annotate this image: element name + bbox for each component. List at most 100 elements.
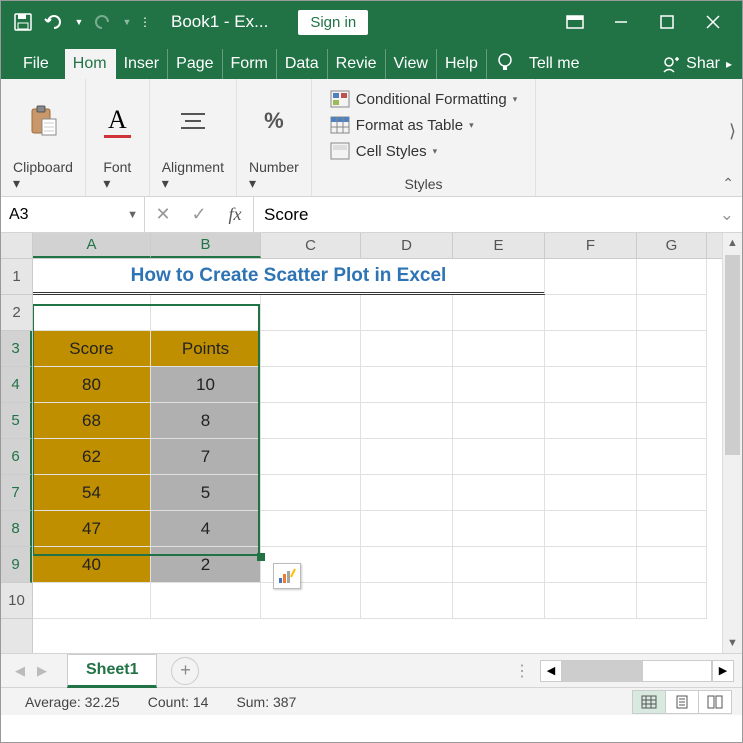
undo-icon[interactable] [39,6,71,38]
cell-G3[interactable] [637,331,707,367]
collapse-ribbon-icon[interactable]: ⌃ [722,175,734,192]
row-header-10[interactable]: 10 [1,583,32,619]
column-header-D[interactable]: D [361,233,453,258]
cell-D6[interactable] [361,439,453,475]
row-header-6[interactable]: 6 [1,439,32,475]
cell-E7[interactable] [453,475,545,511]
cell-B2[interactable] [151,295,261,331]
cell-E4[interactable] [453,367,545,403]
cell-G1[interactable] [637,259,707,295]
scroll-down-icon[interactable]: ▼ [723,633,742,653]
cell-B4[interactable]: 10 [151,367,261,403]
hscroll-right-icon[interactable]: ▶ [712,660,734,682]
scroll-up-icon[interactable]: ▲ [723,233,742,253]
column-header-G[interactable]: G [637,233,707,258]
view-page-layout-icon[interactable] [665,690,699,714]
tab-review[interactable]: Revie [328,49,386,79]
paste-button[interactable] [22,101,64,141]
tab-formulas[interactable]: Form [223,49,277,79]
cell-D3[interactable] [361,331,453,367]
cell-F3[interactable] [545,331,637,367]
view-page-break-icon[interactable] [698,690,732,714]
close-icon[interactable] [690,1,736,43]
hscroll-left-icon[interactable]: ◀ [540,660,562,682]
row-header-4[interactable]: 4 [1,367,32,403]
cell-A10[interactable] [33,583,151,619]
horizontal-scrollbar[interactable]: ⋮ ◀ ▶ [514,660,734,682]
cell-E3[interactable] [453,331,545,367]
alignment-button[interactable] [173,106,213,136]
cell-B3[interactable]: Points [151,331,261,367]
save-icon[interactable] [7,6,39,38]
cell-B6[interactable]: 7 [151,439,261,475]
cell-A5[interactable]: 68 [33,403,151,439]
font-button[interactable]: A [98,101,137,142]
redo-dropdown-icon[interactable]: ▼ [119,6,135,38]
cell-F9[interactable] [545,547,637,583]
row-header-5[interactable]: 5 [1,403,32,439]
cell-E10[interactable] [453,583,545,619]
column-header-B[interactable]: B [151,233,261,258]
row-header-9[interactable]: 9 [1,547,32,583]
cell-C4[interactable] [261,367,361,403]
cell-A9[interactable]: 40 [33,547,151,583]
cell-A7[interactable]: 54 [33,475,151,511]
new-sheet-button[interactable]: + [171,657,199,685]
cell-D2[interactable] [361,295,453,331]
cell-D7[interactable] [361,475,453,511]
cell-B8[interactable]: 4 [151,511,261,547]
tab-home[interactable]: Hom [65,49,116,79]
select-all-corner[interactable] [1,233,32,259]
tell-me-label[interactable]: Tell me [523,49,586,79]
cell-C6[interactable] [261,439,361,475]
cell-B5[interactable]: 8 [151,403,261,439]
row-header-3[interactable]: 3 [1,331,32,367]
column-header-E[interactable]: E [453,233,545,258]
tab-file[interactable]: File [7,49,65,79]
cell-F5[interactable] [545,403,637,439]
expand-formula-bar-icon[interactable]: ⌄ [720,205,734,225]
column-header-A[interactable]: A [33,233,151,258]
sign-in-button[interactable]: Sign in [298,10,368,35]
cell-G5[interactable] [637,403,707,439]
cell-C5[interactable] [261,403,361,439]
row-header-2[interactable]: 2 [1,295,32,331]
cell-A8[interactable]: 47 [33,511,151,547]
cell-F8[interactable] [545,511,637,547]
hscroll-thumb[interactable] [563,661,643,681]
qat-customize-icon[interactable]: ⋮ [135,6,153,38]
cell-B7[interactable]: 5 [151,475,261,511]
cell-G8[interactable] [637,511,707,547]
sheet-nav-prev-icon[interactable]: ◀ [9,663,31,679]
sheet-tab-active[interactable]: Sheet1 [67,654,157,688]
cell-C8[interactable] [261,511,361,547]
cell-styles-button[interactable]: Cell Styles ▾ [326,139,521,163]
number-format-button[interactable]: % [258,104,290,138]
row-header-7[interactable]: 7 [1,475,32,511]
cell-A2[interactable] [33,295,151,331]
undo-dropdown-icon[interactable]: ▼ [71,6,87,38]
cell-G7[interactable] [637,475,707,511]
formula-input[interactable]: Score ⌄ [254,197,742,232]
cell-A3[interactable]: Score [33,331,151,367]
cell-F2[interactable] [545,295,637,331]
cell-D5[interactable] [361,403,453,439]
column-header-F[interactable]: F [545,233,637,258]
cell-G2[interactable] [637,295,707,331]
cell-F7[interactable] [545,475,637,511]
cell-A1[interactable]: How to Create Scatter Plot in Excel [33,259,545,295]
hscroll-track[interactable] [562,660,712,682]
formula-enter-icon[interactable]: ✓ [181,204,217,225]
cell-G4[interactable] [637,367,707,403]
conditional-formatting-button[interactable]: Conditional Formatting ▾ [326,87,521,111]
cell-A4[interactable]: 80 [33,367,151,403]
vertical-scrollbar[interactable]: ▲ ▼ [722,233,742,653]
cell-E6[interactable] [453,439,545,475]
view-normal-icon[interactable] [632,690,666,714]
vscroll-thumb[interactable] [725,255,740,455]
cell-D4[interactable] [361,367,453,403]
minimize-icon[interactable] [598,1,644,43]
cell-G10[interactable] [637,583,707,619]
share-button[interactable]: Shar ▸ [652,49,742,79]
cell-D8[interactable] [361,511,453,547]
